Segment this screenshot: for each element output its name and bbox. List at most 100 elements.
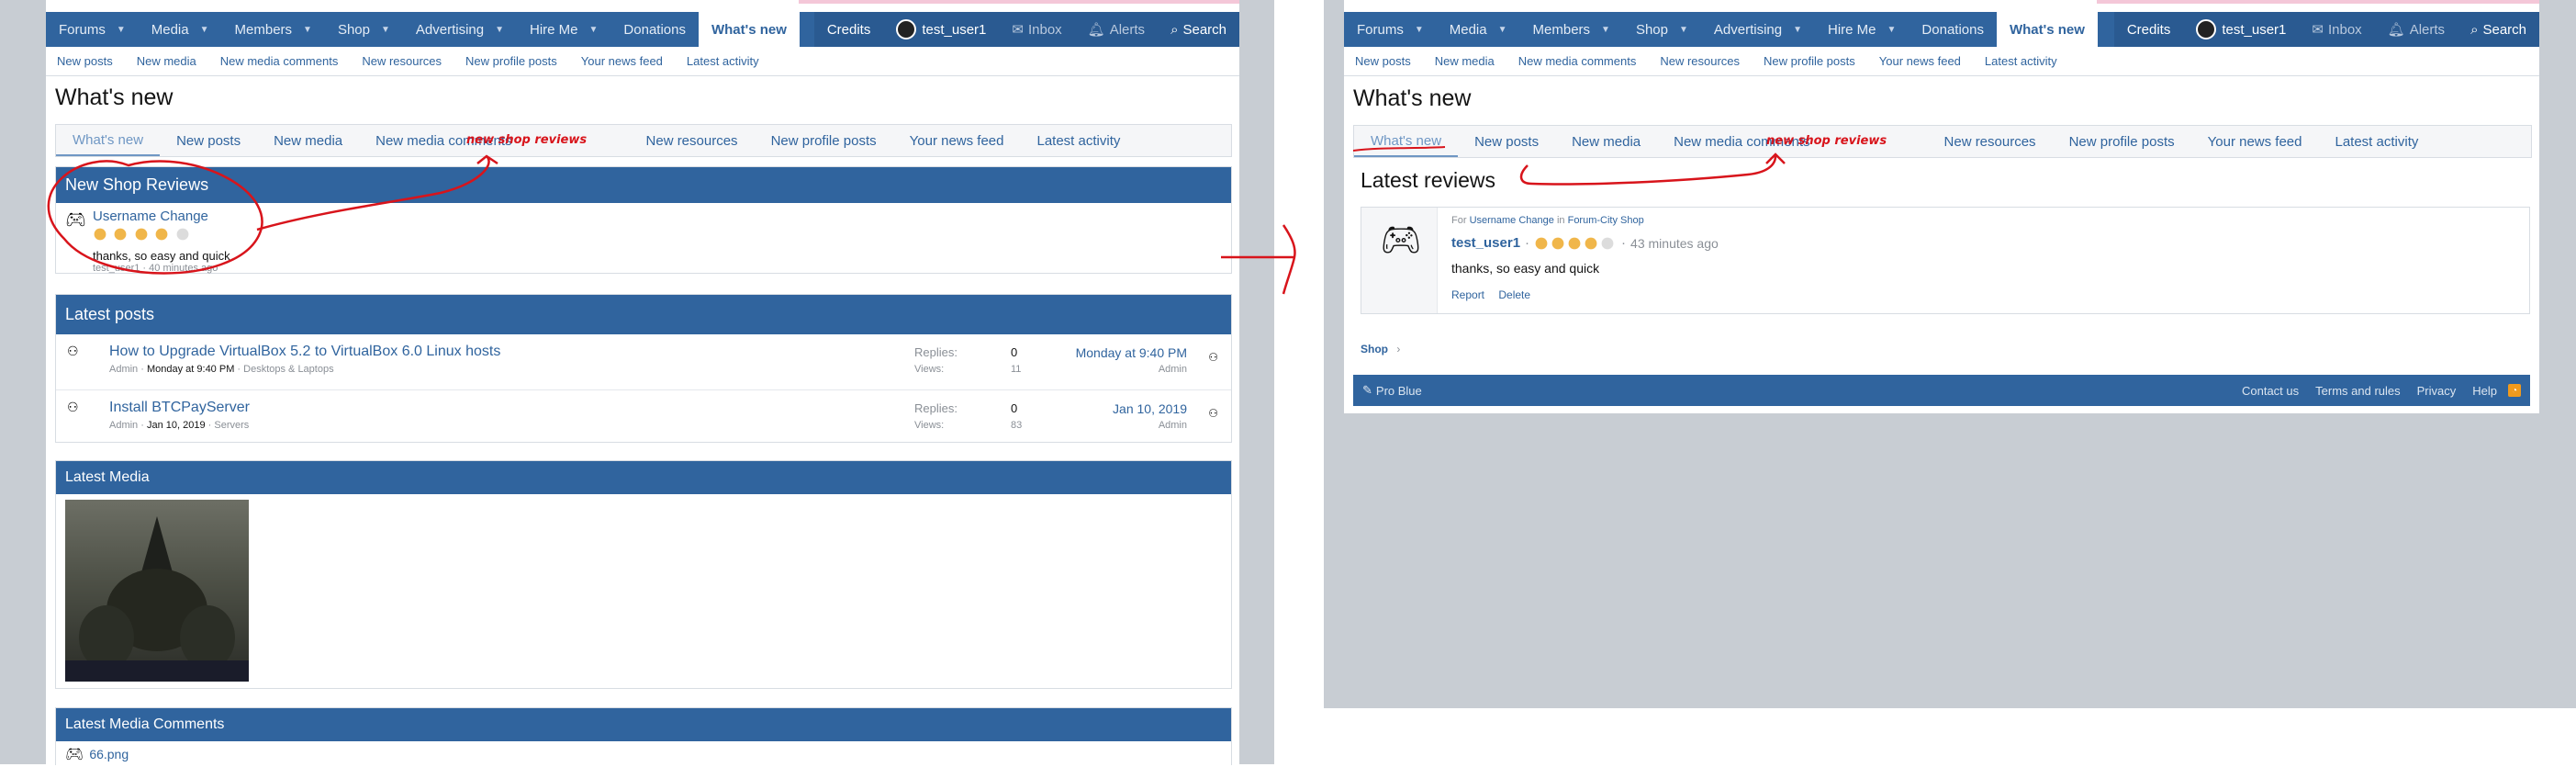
nav-hire-me[interactable]: Hire Me ▼	[517, 12, 610, 47]
style-chooser[interactable]: Pro Blue	[1376, 384, 1422, 398]
footer-contact[interactable]: Contact us	[2242, 384, 2299, 398]
nav-donations[interactable]: Donations	[610, 12, 699, 47]
last-post-user[interactable]: Admin	[1159, 420, 1187, 431]
star-icon	[1585, 237, 1597, 249]
subnav-latest-activity[interactable]: Latest activity	[1985, 54, 2057, 68]
star-icon	[1535, 237, 1548, 249]
nav-advertising[interactable]: Advertising ▼	[403, 12, 517, 47]
media-thumbnail[interactable]	[65, 500, 249, 682]
tab-new-profile-posts[interactable]: New profile posts	[755, 133, 893, 149]
subnav-new-media-comments[interactable]: New media comments	[1518, 54, 1637, 68]
avatar	[896, 19, 917, 39]
subnav-your-news-feed[interactable]: Your news feed	[1879, 54, 1961, 68]
nav-media[interactable]: Media ▼	[139, 12, 222, 47]
footer: ✎ Pro Blue Contact us Terms and rules Pr…	[1353, 375, 2530, 406]
chevron-down-icon[interactable]: ▼	[381, 25, 390, 35]
star-rating	[1534, 236, 1617, 251]
delete-link[interactable]: Delete	[1498, 288, 1530, 301]
tab-latest-activity[interactable]: Latest activity	[2318, 134, 2435, 150]
nav-search[interactable]: ⌕ Search	[1158, 12, 1239, 47]
nav-shop[interactable]: Shop ▼	[325, 12, 403, 47]
chevron-down-icon[interactable]: ▼	[1793, 25, 1802, 35]
left-screen: Forums ▼ Media ▼ Members ▼ Shop ▼ Advertisin…	[46, 0, 1239, 765]
annotation-underline	[1352, 146, 1446, 152]
chevron-down-icon[interactable]: ▼	[589, 25, 599, 35]
subnav-new-media[interactable]: New media	[137, 54, 196, 68]
tab-new-resources[interactable]: New resources	[1928, 134, 2053, 150]
subnav-new-profile-posts[interactable]: New profile posts	[465, 54, 557, 68]
nav-inbox[interactable]: ✉ Inbox	[999, 12, 1074, 47]
rss-icon[interactable]: ◔	[2508, 384, 2521, 397]
user-avatar-icon: ⚇	[1208, 407, 1218, 420]
nav-whats-new[interactable]: What's new	[1996, 12, 2098, 47]
subnav-new-media[interactable]: New media	[1435, 54, 1495, 68]
nav-user[interactable]: test_user1	[2183, 12, 2299, 47]
user-avatar-icon: ⚇	[67, 344, 79, 358]
brush-icon: ✎	[1362, 383, 1372, 397]
chevron-down-icon[interactable]: ▼	[1887, 25, 1897, 35]
tab-latest-activity[interactable]: Latest activity	[1020, 133, 1137, 149]
table-row[interactable]: ⚇ How to Upgrade VirtualBox 5.2 to Virtu…	[56, 334, 1231, 390]
main-nav: Forums ▼ Media ▼ Members ▼ Shop ▼ Advertisin…	[1344, 12, 2539, 47]
report-link[interactable]: Report	[1451, 288, 1484, 301]
page-title: What's new	[55, 85, 174, 110]
subnav-your-news-feed[interactable]: Your news feed	[581, 54, 663, 68]
tab-new-profile-posts[interactable]: New profile posts	[2053, 134, 2191, 150]
last-post-user[interactable]: Admin	[1159, 364, 1187, 375]
footer-terms[interactable]: Terms and rules	[2315, 384, 2400, 398]
subnav-new-posts[interactable]: New posts	[57, 54, 113, 68]
nav-alerts[interactable]: 🔔︎ Alerts	[1075, 12, 1158, 47]
subnav-new-resources[interactable]: New resources	[362, 54, 442, 68]
nav-user[interactable]: test_user1	[883, 12, 999, 47]
tab-new-resources[interactable]: New resources	[630, 133, 755, 149]
nav-forums[interactable]: Forums ▼	[46, 12, 139, 47]
subnav-new-resources[interactable]: New resources	[1660, 54, 1740, 68]
chevron-down-icon[interactable]: ▼	[1679, 25, 1688, 35]
nav-forums[interactable]: Forums ▼	[1344, 12, 1437, 47]
chevron-down-icon[interactable]: ▼	[1415, 25, 1424, 35]
nav-members[interactable]: Members ▼	[222, 12, 325, 47]
thread-title[interactable]: How to Upgrade VirtualBox 5.2 to Virtual…	[109, 344, 500, 360]
nav-donations[interactable]: Donations	[1909, 12, 1997, 47]
review-user[interactable]: test_user1	[1451, 235, 1520, 251]
tab-your-news-feed[interactable]: Your news feed	[893, 133, 1021, 149]
last-post-date[interactable]: Monday at 9:40 PM	[1076, 345, 1187, 360]
subnav-latest-activity[interactable]: Latest activity	[687, 54, 759, 68]
chevron-down-icon[interactable]: ▼	[117, 25, 126, 35]
table-row[interactable]: ⚇ Install BTCPayServer Admin · Jan 10, 2…	[56, 390, 1231, 446]
subnav-new-media-comments[interactable]: New media comments	[220, 54, 339, 68]
chevron-down-icon[interactable]: ▼	[495, 25, 504, 35]
thread-title[interactable]: Install BTCPayServer	[109, 400, 250, 416]
nav-shop[interactable]: Shop ▼	[1623, 12, 1701, 47]
footer-help[interactable]: Help	[2472, 384, 2497, 398]
nav-inbox[interactable]: ✉ Inbox	[2299, 12, 2374, 47]
footer-privacy[interactable]: Privacy	[2417, 384, 2457, 398]
last-post-date[interactable]: Jan 10, 2019	[1113, 401, 1187, 416]
tab-your-news-feed[interactable]: Your news feed	[2191, 134, 2319, 150]
nav-alerts[interactable]: 🔔︎ Alerts	[2375, 12, 2458, 47]
chevron-down-icon[interactable]: ▼	[200, 25, 209, 35]
gamepad-icon: 🎮︎	[1380, 220, 1422, 258]
nav-hire-me[interactable]: Hire Me ▼	[1815, 12, 1909, 47]
replies-label: Replies:	[914, 345, 958, 359]
latest-posts-block: Latest posts ⚇ How to Upgrade VirtualBox…	[55, 294, 1232, 443]
subnav-new-profile-posts[interactable]: New profile posts	[1764, 54, 1855, 68]
nav-whats-new[interactable]: What's new	[698, 12, 800, 47]
star-empty-icon	[1601, 237, 1614, 249]
nav-members[interactable]: Members ▼	[1520, 12, 1623, 47]
nav-media[interactable]: Media ▼	[1437, 12, 1520, 47]
chevron-down-icon[interactable]: ▼	[1601, 25, 1610, 35]
top-accent-bar	[2097, 0, 2539, 4]
breadcrumb-shop[interactable]: Shop	[1361, 343, 1388, 355]
media-comment-item[interactable]: 66.png	[89, 747, 129, 761]
nav-advertising[interactable]: Advertising ▼	[1701, 12, 1815, 47]
chevron-down-icon[interactable]: ▼	[1498, 25, 1507, 35]
latest-media-block: Latest Media	[55, 460, 1232, 689]
nav-credits[interactable]: Credits	[814, 12, 884, 47]
chevron-down-icon[interactable]: ▼	[303, 25, 312, 35]
nav-credits[interactable]: Credits	[2114, 12, 2184, 47]
subnav-new-posts[interactable]: New posts	[1355, 54, 1411, 68]
review-shop-link[interactable]: Forum-City Shop	[1568, 215, 1644, 226]
nav-search[interactable]: ⌕ Search	[2458, 12, 2539, 47]
review-item-link[interactable]: Username Change	[1470, 215, 1554, 226]
